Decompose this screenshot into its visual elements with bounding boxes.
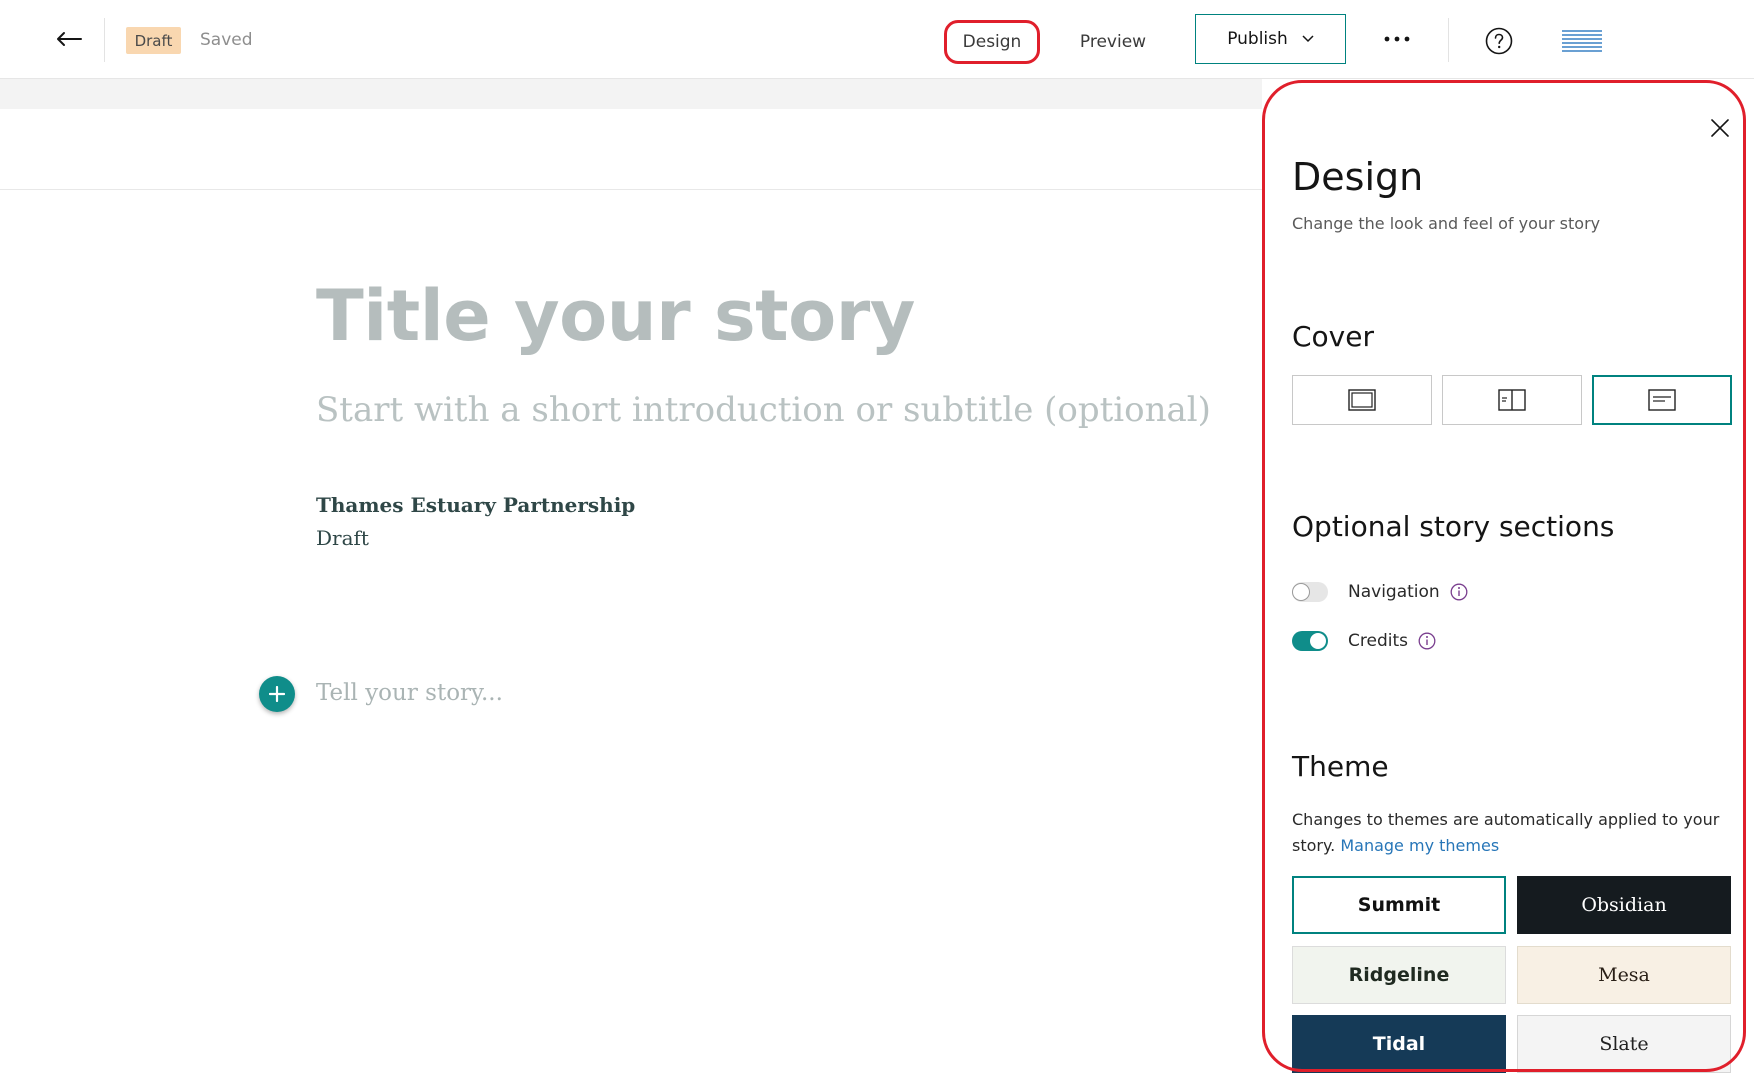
story-author: Thames Estuary Partnership bbox=[316, 493, 636, 517]
canvas-top-strip bbox=[0, 79, 1262, 109]
theme-option-obsidian[interactable]: Obsidian bbox=[1517, 876, 1731, 934]
navigation-label: Navigation bbox=[1348, 582, 1440, 602]
design-button[interactable]: Design bbox=[944, 20, 1040, 64]
arrow-left-icon bbox=[57, 32, 82, 46]
manage-themes-link[interactable]: Manage my themes bbox=[1340, 836, 1499, 855]
theme-option-mesa[interactable]: Mesa bbox=[1517, 946, 1731, 1004]
panel-description: Change the look and feel of your story bbox=[1292, 214, 1601, 233]
theme-option-tidal[interactable]: Tidal bbox=[1292, 1015, 1506, 1073]
optional-sections-heading: Optional story sections bbox=[1292, 510, 1615, 543]
story-body-input[interactable]: Tell your story... bbox=[316, 680, 503, 706]
story-canvas bbox=[0, 79, 1262, 1074]
avatar[interactable] bbox=[1562, 28, 1602, 52]
credits-toggle-row: Credits bbox=[1292, 629, 1436, 653]
plus-icon bbox=[269, 686, 285, 702]
divider bbox=[1448, 18, 1449, 62]
chevron-down-icon bbox=[1302, 35, 1314, 43]
story-status: Draft bbox=[316, 526, 369, 550]
story-header-divider bbox=[0, 189, 1262, 190]
close-panel-button[interactable] bbox=[1704, 112, 1736, 144]
credits-label: Credits bbox=[1348, 631, 1408, 651]
cover-full-icon bbox=[1348, 389, 1376, 411]
cover-heading: Cover bbox=[1292, 320, 1374, 353]
theme-option-summit[interactable]: Summit bbox=[1292, 876, 1506, 934]
cover-option-split[interactable] bbox=[1442, 375, 1582, 425]
close-icon bbox=[1711, 119, 1729, 137]
info-icon[interactable] bbox=[1450, 583, 1468, 601]
credits-toggle[interactable] bbox=[1292, 631, 1328, 651]
save-status: Saved bbox=[200, 30, 253, 50]
info-icon[interactable] bbox=[1418, 632, 1436, 650]
navigation-toggle[interactable] bbox=[1292, 582, 1328, 602]
story-title-input[interactable]: Title your story bbox=[316, 275, 915, 357]
story-subtitle-input[interactable]: Start with a short introduction or subti… bbox=[316, 390, 1211, 430]
more-options-button[interactable] bbox=[1380, 26, 1414, 52]
back-button[interactable] bbox=[52, 24, 86, 54]
cover-split-icon bbox=[1498, 389, 1526, 411]
top-bar: Draft Saved Design Preview Publish bbox=[0, 0, 1754, 79]
publish-label: Publish bbox=[1227, 29, 1288, 49]
theme-option-ridgeline[interactable]: Ridgeline bbox=[1292, 946, 1506, 1004]
cover-option-minimal[interactable] bbox=[1592, 375, 1732, 425]
divider bbox=[104, 18, 105, 62]
more-horizontal-icon bbox=[1384, 36, 1410, 42]
panel-title: Design bbox=[1292, 155, 1424, 199]
add-content-button[interactable] bbox=[259, 676, 295, 712]
publish-button[interactable]: Publish bbox=[1195, 14, 1346, 64]
navigation-toggle-row: Navigation bbox=[1292, 580, 1468, 604]
help-button[interactable] bbox=[1484, 26, 1513, 55]
preview-button[interactable]: Preview bbox=[1070, 22, 1156, 62]
theme-description: Changes to themes are automatically appl… bbox=[1292, 807, 1732, 859]
theme-heading: Theme bbox=[1292, 750, 1389, 783]
draft-badge: Draft bbox=[126, 27, 181, 54]
cover-minimal-icon bbox=[1648, 389, 1676, 411]
theme-option-slate[interactable]: Slate bbox=[1517, 1015, 1731, 1073]
cover-option-full[interactable] bbox=[1292, 375, 1432, 425]
question-circle-icon bbox=[1485, 27, 1512, 54]
